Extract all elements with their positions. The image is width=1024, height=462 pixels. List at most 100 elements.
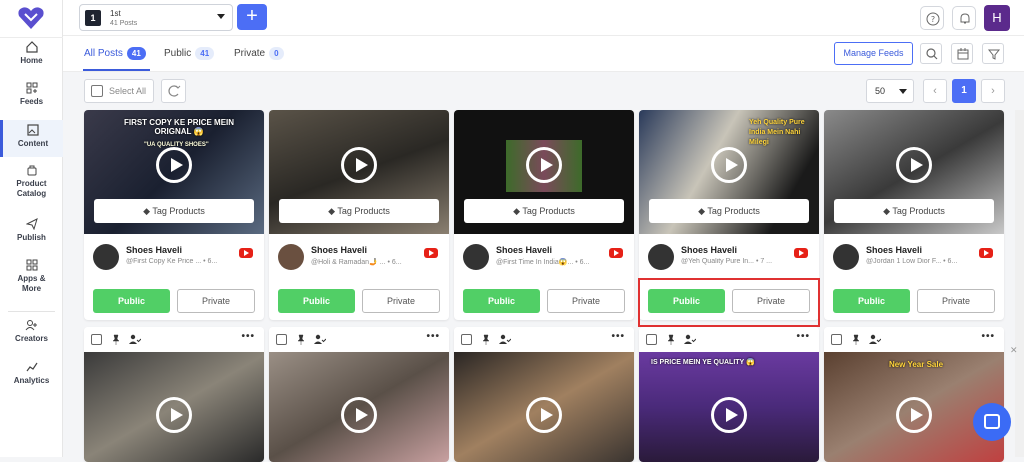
select-checkbox[interactable] [461, 334, 472, 345]
manage-feeds-button[interactable]: Manage Feeds [834, 42, 913, 65]
tag-products-button[interactable]: ◆ Tag Products [94, 199, 254, 223]
svg-text:?: ? [931, 15, 935, 24]
account-post-count: 41 Posts [110, 20, 138, 27]
play-icon[interactable] [896, 397, 932, 433]
scrollbar[interactable] [1015, 110, 1024, 457]
next-page-button[interactable]: › [981, 79, 1005, 103]
user-check-icon[interactable] [684, 334, 696, 345]
tag-products-button[interactable]: ◆ Tag Products [279, 199, 439, 223]
pin-icon[interactable] [481, 334, 491, 345]
play-icon[interactable] [711, 397, 747, 433]
post-thumbnail[interactable]: New Year Sale [824, 352, 1004, 462]
more-options-icon[interactable]: ••• [796, 331, 810, 342]
profile-name: Shoes Haveli [866, 245, 923, 255]
play-icon[interactable] [156, 147, 192, 183]
youtube-icon [609, 248, 623, 258]
private-button[interactable]: Private [547, 289, 625, 313]
more-options-icon[interactable]: ••• [611, 331, 625, 342]
post-card[interactable]: ••• [454, 327, 634, 462]
sidebar-item-content[interactable]: Content [0, 120, 63, 157]
sidebar-item-feeds[interactable]: Feeds [0, 82, 63, 106]
user-check-icon[interactable] [869, 334, 881, 345]
tag-products-button[interactable]: ◆ Tag Products [464, 199, 624, 223]
play-icon[interactable] [526, 397, 562, 433]
select-checkbox[interactable] [646, 334, 657, 345]
play-icon[interactable] [341, 397, 377, 433]
chat-button[interactable] [973, 403, 1011, 441]
search-button[interactable] [920, 43, 942, 64]
current-page-button[interactable]: 1 [952, 79, 976, 103]
pin-icon[interactable] [296, 334, 306, 345]
play-icon[interactable] [896, 147, 932, 183]
tab-all-posts[interactable]: All Posts 41 [84, 47, 146, 60]
post-thumbnail[interactable] [454, 352, 634, 462]
youtube-icon [424, 248, 438, 258]
play-icon[interactable] [711, 147, 747, 183]
sidebar-item-label: Home [20, 56, 43, 65]
add-button[interactable]: + [237, 4, 267, 30]
sidebar-item-apps[interactable]: Apps & More [0, 259, 63, 294]
user-check-icon[interactable] [499, 334, 511, 345]
close-icon[interactable]: ✕ [1010, 345, 1018, 356]
calendar-button[interactable] [951, 43, 973, 64]
filter-button[interactable] [982, 43, 1004, 64]
post-card[interactable]: ◆ Tag Products Shoes Haveli @Jordan 1 Lo… [824, 110, 1004, 320]
tab-public[interactable]: Public 41 [164, 47, 215, 60]
pin-icon[interactable] [851, 334, 861, 345]
user-avatar[interactable]: H [984, 5, 1010, 31]
play-icon[interactable] [341, 147, 377, 183]
select-all-button[interactable]: Select All [84, 79, 154, 103]
post-meta: Shoes Haveli @Holi & Ramadan🤳 ... • 6... [269, 234, 449, 278]
post-card[interactable]: ••• New Year Sale [824, 327, 1004, 462]
play-icon[interactable] [156, 397, 192, 433]
sidebar-item-home[interactable]: Home [0, 41, 63, 65]
post-card[interactable]: FIRST COPY KE PRICE MEIN ORIGNAL 😱 "UA Q… [84, 110, 264, 320]
post-card[interactable]: ••• IS PRICE MEIN YE QUALITY 😱 [639, 327, 819, 462]
pin-icon[interactable] [666, 334, 676, 345]
public-button[interactable]: Public [278, 289, 355, 313]
post-thumbnail[interactable] [84, 352, 264, 462]
private-button[interactable]: Private [917, 289, 995, 313]
post-caption: @Jordan 1 Low Dior F... • 6... [866, 258, 958, 265]
account-selector[interactable]: 1 1st 41 Posts [79, 4, 233, 31]
tag-products-button[interactable]: ◆ Tag Products [649, 199, 809, 223]
post-card[interactable]: ••• [269, 327, 449, 462]
public-button[interactable]: Public [833, 289, 910, 313]
brand-logo[interactable] [17, 6, 45, 30]
select-checkbox[interactable] [831, 334, 842, 345]
public-button[interactable]: Public [93, 289, 170, 313]
sidebar-item-publish[interactable]: Publish [0, 218, 63, 242]
more-options-icon[interactable]: ••• [241, 331, 255, 342]
select-checkbox[interactable] [91, 334, 102, 345]
per-page-select[interactable]: 50 [866, 79, 914, 103]
public-button[interactable]: Public [463, 289, 540, 313]
select-all-checkbox[interactable] [91, 85, 103, 97]
sidebar-item-analytics[interactable]: Analytics [0, 361, 63, 385]
sidebar-item-creators[interactable]: Creators [0, 319, 63, 343]
tag-products-button[interactable]: ◆ Tag Products [834, 199, 994, 223]
refresh-button[interactable] [161, 79, 186, 103]
post-card[interactable]: ◆ Tag Products Shoes Haveli @First Time … [454, 110, 634, 320]
help-button[interactable]: ? [920, 6, 944, 30]
user-check-icon[interactable] [314, 334, 326, 345]
more-options-icon[interactable]: ••• [426, 331, 440, 342]
more-options-icon[interactable]: ••• [981, 331, 995, 342]
play-icon[interactable] [526, 147, 562, 183]
user-check-icon[interactable] [129, 334, 141, 345]
pin-icon[interactable] [111, 334, 121, 345]
profile-name: Shoes Haveli [681, 245, 738, 255]
post-caption: @First Copy Ke Price ... • 6... [126, 258, 218, 265]
private-button[interactable]: Private [362, 289, 440, 313]
private-button[interactable]: Private [177, 289, 255, 313]
select-checkbox[interactable] [276, 334, 287, 345]
prev-page-button[interactable]: ‹ [923, 79, 947, 103]
post-thumbnail[interactable] [269, 352, 449, 462]
post-card[interactable]: ••• [84, 327, 264, 462]
post-thumbnail[interactable]: IS PRICE MEIN YE QUALITY 😱 [639, 352, 819, 462]
tab-private[interactable]: Private 0 [234, 47, 284, 60]
sidebar-item-product-catalog[interactable]: Product Catalog [0, 164, 63, 199]
tab-count-badge: 0 [269, 47, 284, 60]
tag-icon: ◆ [883, 206, 893, 216]
post-card[interactable]: ◆ Tag Products Shoes Haveli @Holi & Rama… [269, 110, 449, 320]
notifications-button[interactable] [952, 6, 976, 30]
